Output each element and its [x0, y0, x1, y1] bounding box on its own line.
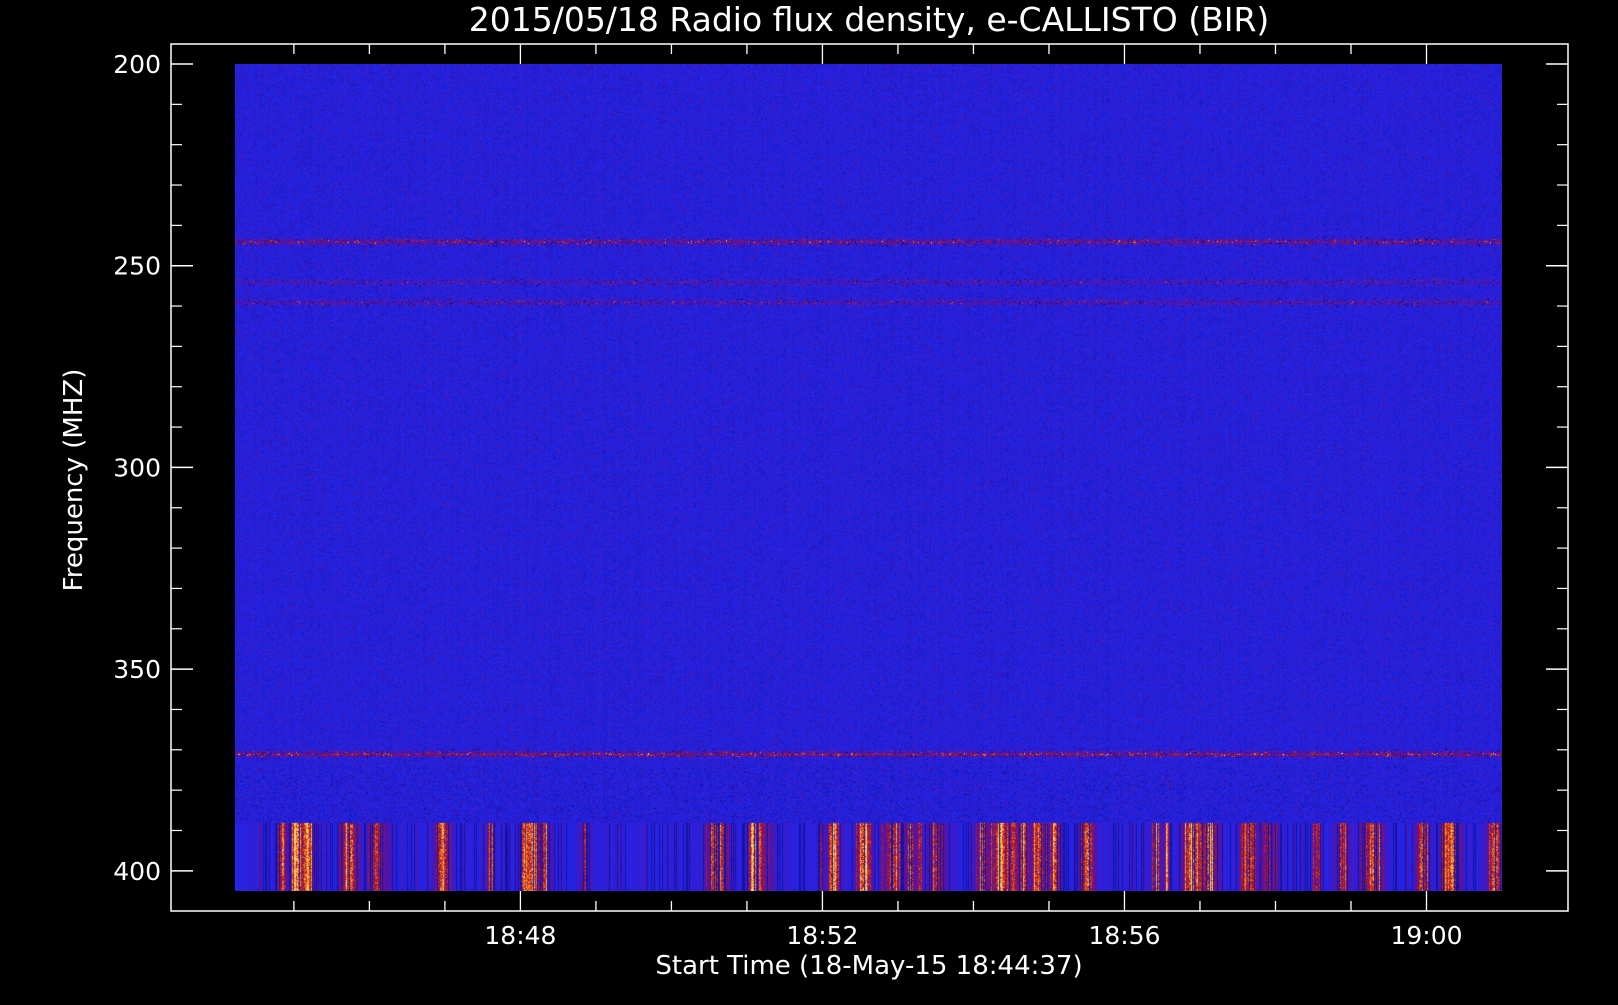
chart-title: 2015/05/18 Radio flux density, e-CALLIST…: [469, 0, 1270, 39]
y-tick-label: 250: [113, 252, 161, 281]
x-tick-label: 18:56: [1088, 921, 1160, 950]
heatmap-image: [235, 64, 1502, 891]
y-tick-label: 200: [113, 50, 161, 79]
y-axis-label: Frequency (MHZ): [59, 369, 89, 592]
x-axis-label: Start Time (18-May-15 18:44:37): [655, 951, 1082, 981]
y-tick-label: 350: [113, 655, 161, 684]
x-tick-label: 18:48: [484, 921, 556, 950]
spectrogram-chart: 2015/05/18 Radio flux density, e-CALLIST…: [0, 0, 1618, 1000]
chart-svg: 2015/05/18 Radio flux density, e-CALLIST…: [0, 0, 1618, 1000]
x-tick-label: 19:00: [1390, 921, 1462, 950]
x-tick-label: 18:52: [786, 921, 858, 950]
y-tick-label: 300: [113, 453, 161, 482]
y-tick-label: 400: [113, 857, 161, 886]
